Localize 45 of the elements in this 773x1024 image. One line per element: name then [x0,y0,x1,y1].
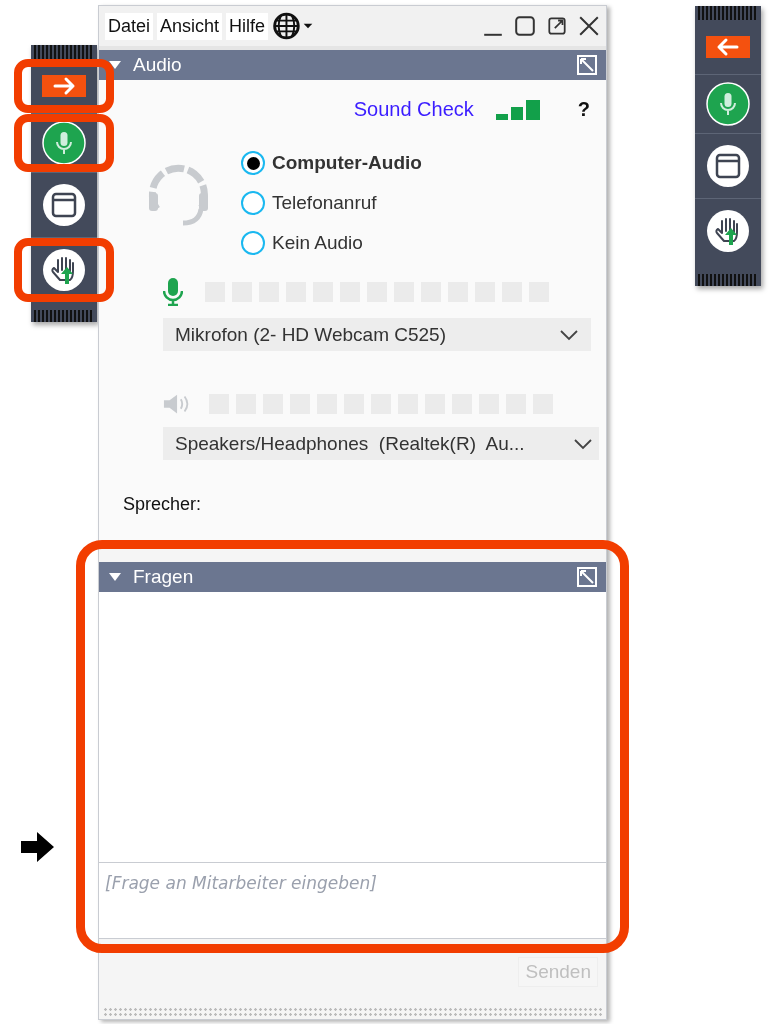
microphone-icon[interactable] [42,121,86,165]
undock-icon[interactable] [576,54,598,76]
arrow-right-icon[interactable] [42,75,86,97]
grip-handle[interactable] [34,310,94,322]
microphone-dropdown[interactable]: Mikrofon (2- HD Webcam C525) [163,318,591,351]
arrow-left-icon[interactable] [706,36,750,58]
pop-out-icon[interactable] [546,15,568,37]
raise-hand-icon[interactable] [42,248,86,292]
sound-check-link[interactable]: Sound Check [353,98,474,121]
radio-button[interactable] [241,191,265,215]
radio-label: Kein Audio [272,232,363,254]
speaker-label: Sprecher: [123,494,203,515]
undock-icon[interactable] [576,566,598,588]
panel-title: Audio [133,54,182,76]
radio-option[interactable]: Telefonanruf [241,191,422,215]
menu-item[interactable]: Datei [105,12,154,40]
radio-button[interactable] [241,231,265,255]
panel-header[interactable]: Fragen [99,562,606,592]
grip-handle[interactable] [698,274,758,286]
menu-item[interactable]: Hilfe [226,12,269,40]
radio-option[interactable]: Kein Audio [241,231,422,255]
window-icon[interactable] [42,183,86,227]
window-icon[interactable] [706,144,750,188]
signal-bars-icon [495,99,542,120]
maximize-icon[interactable] [514,15,536,37]
resize-grip[interactable] [103,1007,602,1017]
panel-title: Fragen [133,566,194,588]
radio-button[interactable] [241,151,265,175]
pointer-arrow-icon [21,832,55,862]
question-input-field[interactable]: [Frage an Mitarbeiter eingeben] [99,863,606,939]
microphone-icon[interactable] [706,82,750,126]
chevron-down-icon [559,328,579,341]
help-button[interactable]: ? [577,98,590,121]
grip-handle[interactable] [698,6,758,20]
raise-hand-icon[interactable] [706,209,750,253]
close-icon[interactable] [578,15,600,37]
radio-option[interactable]: Computer-Audio [241,151,422,175]
panel-header[interactable]: Audio [99,50,606,80]
microphone-icon [163,278,183,306]
grip-handle[interactable] [34,45,94,59]
radio-label: Telefonanruf [272,192,377,214]
chevron-down-icon [573,437,593,450]
menu-item[interactable]: Ansicht [157,12,223,40]
speaker-dropdown[interactable]: Speakers/Headphones (Realtek(R) Au... [163,427,599,460]
radio-label: Computer-Audio [272,152,422,174]
